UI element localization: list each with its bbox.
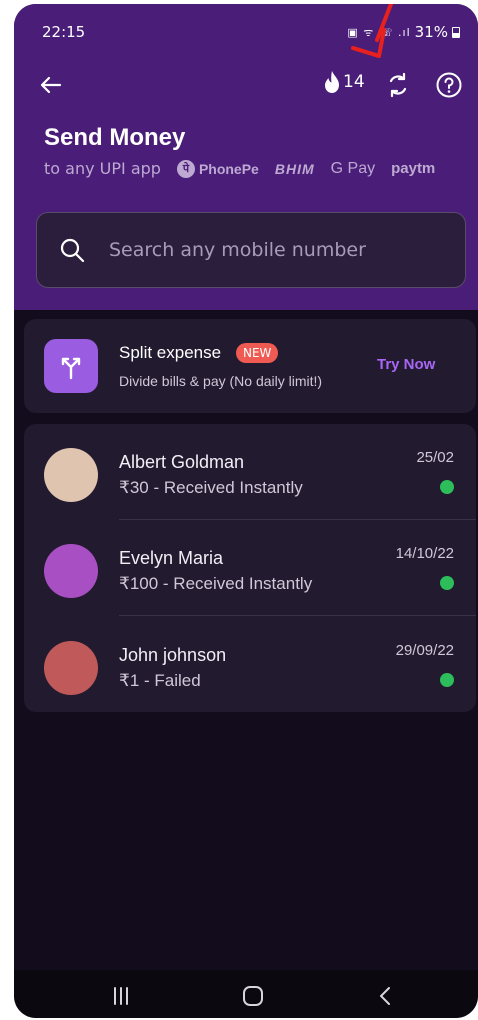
status-time: 22:15 — [42, 23, 86, 41]
paytm-logo: paytm — [391, 160, 436, 177]
phonepe-icon: पे — [176, 159, 195, 178]
contact-row[interactable]: Evelyn Maria ₹100 - Received Instantly 1… — [24, 520, 476, 616]
gpay-logo: G Pay — [330, 159, 376, 177]
contact-name: Albert Goldman — [119, 452, 245, 472]
annotation-arrow-icon — [351, 4, 393, 58]
page-title: Send Money — [44, 124, 186, 151]
subtitle: to any UPI app — [44, 159, 161, 178]
contact-row[interactable]: Albert Goldman ₹30 - Received Instantly … — [24, 424, 476, 520]
system-nav-bar — [14, 970, 478, 1018]
online-status-dot — [440, 480, 454, 494]
back-arrow-icon[interactable] — [36, 70, 66, 100]
bhim-logo: BHIM — [274, 160, 315, 177]
flame-icon — [325, 71, 339, 93]
search-icon — [60, 238, 85, 263]
contact-date: 29/09/22 — [395, 642, 454, 659]
contact-date: 25/02 — [416, 449, 454, 466]
contact-payment-status: ₹1 - Failed — [119, 671, 201, 690]
recent-apps-icon[interactable] — [106, 984, 136, 1008]
new-badge: NEW — [236, 343, 279, 363]
refresh-icon[interactable] — [383, 70, 413, 100]
search-input[interactable] — [109, 231, 449, 269]
streak-count: 14 — [343, 72, 365, 92]
phonepe-logo: पे PhonePe — [176, 159, 259, 178]
online-status-dot — [440, 576, 454, 590]
online-status-dot — [440, 673, 454, 687]
avatar — [44, 544, 98, 598]
contact-name: John johnson — [119, 645, 227, 665]
upi-apps-row: to any UPI app पे PhonePe BHIM G Pay pay… — [44, 159, 435, 178]
streak-counter[interactable]: 14 — [322, 70, 365, 94]
system-back-icon[interactable] — [371, 984, 401, 1008]
status-bar: 22:15 ▣ ᯤ ☏ .ıl 31% — [14, 4, 478, 50]
contact-row[interactable]: John johnson ₹1 - Failed 29/09/22 — [24, 617, 476, 713]
split-arrows-icon — [61, 357, 81, 380]
battery-percent: 31% — [414, 23, 448, 41]
search-box[interactable] — [36, 212, 466, 288]
contact-name: Evelyn Maria — [119, 548, 224, 568]
avatar — [44, 448, 98, 502]
help-icon[interactable] — [434, 70, 464, 100]
contact-payment-status: ₹100 - Received Instantly — [119, 574, 313, 593]
contact-date: 14/10/22 — [395, 545, 454, 562]
battery-icon — [452, 26, 460, 38]
split-expense-card[interactable]: Split expense NEW Divide bills & pay (No… — [24, 319, 476, 413]
split-expense-title: Split expense — [119, 343, 222, 362]
home-icon[interactable] — [238, 984, 268, 1008]
split-expense-description: Divide bills & pay (No daily limit!) — [119, 373, 323, 389]
try-now-button[interactable]: Try Now — [377, 356, 435, 373]
divider — [119, 615, 476, 616]
phonepe-label: PhonePe — [198, 160, 259, 177]
recent-contacts-list: Albert Goldman ₹30 - Received Instantly … — [24, 424, 476, 712]
phone-screen: 22:15 ▣ ᯤ ☏ .ıl 31% 14 Send Money to any… — [14, 4, 478, 1018]
avatar — [44, 641, 98, 695]
split-expense-tile — [44, 339, 98, 393]
contact-payment-status: ₹30 - Received Instantly — [119, 478, 303, 497]
